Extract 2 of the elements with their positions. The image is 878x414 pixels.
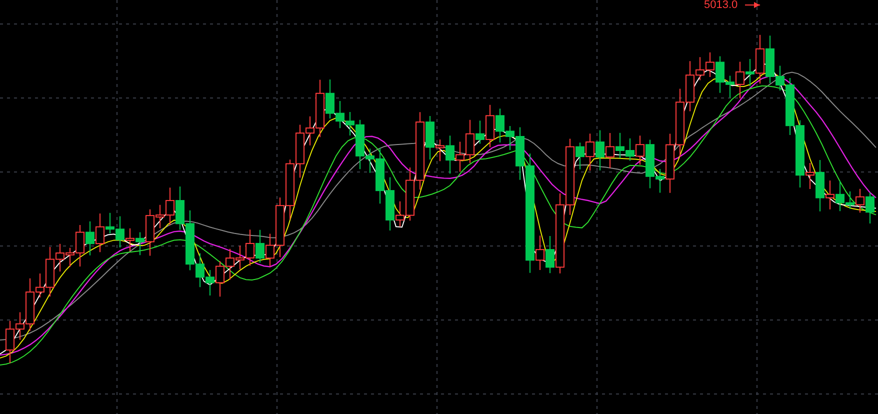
high-marker-arrow [744,2,760,8]
high-price-label: 5013.0 [704,0,738,12]
